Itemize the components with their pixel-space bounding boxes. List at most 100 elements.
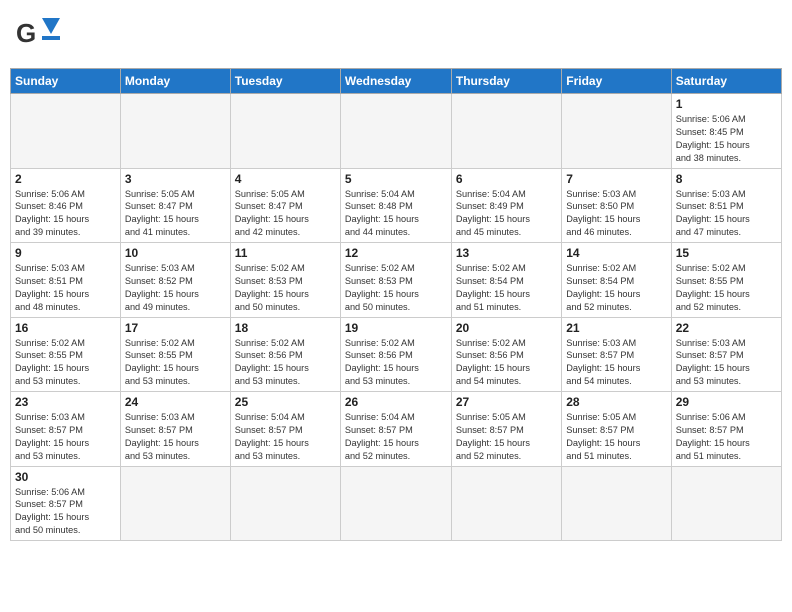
calendar-week-row: 9Sunrise: 5:03 AM Sunset: 8:51 PM Daylig… bbox=[11, 243, 782, 318]
calendar-cell: 11 Sunrise: 5:02 AM Sunset: 8:53 PM Dayli… bbox=[230, 243, 340, 318]
day-info: Sunrise: 5:04 AM Sunset: 8:49 PM Dayligh… bbox=[456, 188, 557, 240]
day-info: Sunrise: 5:02 AM Sunset: 8:55 PM Dayligh… bbox=[15, 337, 116, 389]
day-info: Sunrise: 5:03 AM Sunset: 8:51 PM Dayligh… bbox=[676, 188, 777, 240]
day-number: 14 bbox=[566, 246, 666, 260]
day-number: 17 bbox=[125, 321, 226, 335]
day-number: 13 bbox=[456, 246, 557, 260]
calendar-cell bbox=[451, 466, 561, 541]
day-number: 3 bbox=[125, 172, 226, 186]
calendar-cell: 9Sunrise: 5:03 AM Sunset: 8:51 PM Daylig… bbox=[11, 243, 121, 318]
calendar-cell bbox=[120, 466, 230, 541]
calendar-cell: 8 Sunrise: 5:03 AM Sunset: 8:51 PM Daylig… bbox=[671, 168, 781, 243]
day-of-week-header: Saturday bbox=[671, 69, 781, 94]
day-number: 27 bbox=[456, 395, 557, 409]
svg-text:G: G bbox=[16, 18, 36, 48]
calendar-cell: 3 Sunrise: 5:05 AM Sunset: 8:47 PM Daylig… bbox=[120, 168, 230, 243]
day-info: Sunrise: 5:05 AM Sunset: 8:57 PM Dayligh… bbox=[566, 411, 666, 463]
calendar-cell bbox=[562, 94, 671, 169]
calendar-cell: 27 Sunrise: 5:05 AM Sunset: 8:57 PM Dayli… bbox=[451, 392, 561, 467]
day-number: 18 bbox=[235, 321, 336, 335]
day-info: Sunrise: 5:06 AM Sunset: 8:57 PM Dayligh… bbox=[676, 411, 777, 463]
day-of-week-header: Tuesday bbox=[230, 69, 340, 94]
day-number: 28 bbox=[566, 395, 666, 409]
calendar-cell: 7 Sunrise: 5:03 AM Sunset: 8:50 PM Daylig… bbox=[562, 168, 671, 243]
calendar-table: SundayMondayTuesdayWednesdayThursdayFrid… bbox=[10, 68, 782, 541]
calendar-cell bbox=[120, 94, 230, 169]
day-info: Sunrise: 5:06 AM Sunset: 8:45 PM Dayligh… bbox=[676, 113, 777, 165]
day-number: 4 bbox=[235, 172, 336, 186]
calendar-header-row: SundayMondayTuesdayWednesdayThursdayFrid… bbox=[11, 69, 782, 94]
day-number: 10 bbox=[125, 246, 226, 260]
day-number: 21 bbox=[566, 321, 666, 335]
calendar-cell: 4 Sunrise: 5:05 AM Sunset: 8:47 PM Daylig… bbox=[230, 168, 340, 243]
day-number: 25 bbox=[235, 395, 336, 409]
day-number: 26 bbox=[345, 395, 447, 409]
calendar-cell: 25Sunrise: 5:04 AM Sunset: 8:57 PM Dayli… bbox=[230, 392, 340, 467]
calendar-cell bbox=[340, 466, 451, 541]
calendar-week-row: 16 Sunrise: 5:02 AM Sunset: 8:55 PM Dayli… bbox=[11, 317, 782, 392]
day-number: 11 bbox=[235, 246, 336, 260]
day-info: Sunrise: 5:03 AM Sunset: 8:57 PM Dayligh… bbox=[676, 337, 777, 389]
calendar-cell: 17 Sunrise: 5:02 AM Sunset: 8:55 PM Dayli… bbox=[120, 317, 230, 392]
calendar-cell: 20Sunrise: 5:02 AM Sunset: 8:56 PM Dayli… bbox=[451, 317, 561, 392]
day-info: Sunrise: 5:03 AM Sunset: 8:57 PM Dayligh… bbox=[15, 411, 116, 463]
day-number: 5 bbox=[345, 172, 447, 186]
day-number: 22 bbox=[676, 321, 777, 335]
calendar-cell: 29Sunrise: 5:06 AM Sunset: 8:57 PM Dayli… bbox=[671, 392, 781, 467]
calendar-cell bbox=[11, 94, 121, 169]
day-number: 8 bbox=[676, 172, 777, 186]
day-of-week-header: Friday bbox=[562, 69, 671, 94]
logo-bar: G bbox=[16, 14, 64, 56]
day-info: Sunrise: 5:02 AM Sunset: 8:54 PM Dayligh… bbox=[456, 262, 557, 314]
calendar-cell: 22 Sunrise: 5:03 AM Sunset: 8:57 PM Dayli… bbox=[671, 317, 781, 392]
calendar-cell: 28 Sunrise: 5:05 AM Sunset: 8:57 PM Dayli… bbox=[562, 392, 671, 467]
day-info: Sunrise: 5:02 AM Sunset: 8:53 PM Dayligh… bbox=[235, 262, 336, 314]
calendar-cell: 2Sunrise: 5:06 AM Sunset: 8:46 PM Daylig… bbox=[11, 168, 121, 243]
calendar-cell: 5 Sunrise: 5:04 AM Sunset: 8:48 PM Daylig… bbox=[340, 168, 451, 243]
calendar-cell: 10 Sunrise: 5:03 AM Sunset: 8:52 PM Dayli… bbox=[120, 243, 230, 318]
calendar-week-row: 30Sunrise: 5:06 AM Sunset: 8:57 PM Dayli… bbox=[11, 466, 782, 541]
day-info: Sunrise: 5:03 AM Sunset: 8:50 PM Dayligh… bbox=[566, 188, 666, 240]
day-info: Sunrise: 5:05 AM Sunset: 8:47 PM Dayligh… bbox=[235, 188, 336, 240]
calendar-cell bbox=[451, 94, 561, 169]
calendar-cell bbox=[671, 466, 781, 541]
day-number: 24 bbox=[125, 395, 226, 409]
day-info: Sunrise: 5:02 AM Sunset: 8:56 PM Dayligh… bbox=[235, 337, 336, 389]
day-info: Sunrise: 5:05 AM Sunset: 8:57 PM Dayligh… bbox=[456, 411, 557, 463]
calendar-cell: 13 Sunrise: 5:02 AM Sunset: 8:54 PM Dayli… bbox=[451, 243, 561, 318]
calendar-cell: 24 Sunrise: 5:03 AM Sunset: 8:57 PM Dayli… bbox=[120, 392, 230, 467]
day-number: 19 bbox=[345, 321, 447, 335]
day-info: Sunrise: 5:04 AM Sunset: 8:57 PM Dayligh… bbox=[345, 411, 447, 463]
day-number: 2 bbox=[15, 172, 116, 186]
day-number: 16 bbox=[15, 321, 116, 335]
calendar-cell: 16 Sunrise: 5:02 AM Sunset: 8:55 PM Dayli… bbox=[11, 317, 121, 392]
day-of-week-header: Wednesday bbox=[340, 69, 451, 94]
day-info: Sunrise: 5:02 AM Sunset: 8:53 PM Dayligh… bbox=[345, 262, 447, 314]
calendar-cell: 1 Sunrise: 5:06 AM Sunset: 8:45 PM Daylig… bbox=[671, 94, 781, 169]
day-number: 15 bbox=[676, 246, 777, 260]
day-info: Sunrise: 5:03 AM Sunset: 8:57 PM Dayligh… bbox=[125, 411, 226, 463]
calendar-cell: 30Sunrise: 5:06 AM Sunset: 8:57 PM Dayli… bbox=[11, 466, 121, 541]
day-info: Sunrise: 5:02 AM Sunset: 8:55 PM Dayligh… bbox=[676, 262, 777, 314]
day-info: Sunrise: 5:03 AM Sunset: 8:51 PM Dayligh… bbox=[15, 262, 116, 314]
logo-icon: G bbox=[16, 14, 68, 56]
day-of-week-header: Thursday bbox=[451, 69, 561, 94]
day-info: Sunrise: 5:04 AM Sunset: 8:48 PM Dayligh… bbox=[345, 188, 447, 240]
day-info: Sunrise: 5:02 AM Sunset: 8:56 PM Dayligh… bbox=[456, 337, 557, 389]
calendar-week-row: 23Sunrise: 5:03 AM Sunset: 8:57 PM Dayli… bbox=[11, 392, 782, 467]
calendar-cell: 21Sunrise: 5:03 AM Sunset: 8:57 PM Dayli… bbox=[562, 317, 671, 392]
calendar-week-row: 1 Sunrise: 5:06 AM Sunset: 8:45 PM Daylig… bbox=[11, 94, 782, 169]
day-number: 1 bbox=[676, 97, 777, 111]
day-info: Sunrise: 5:03 AM Sunset: 8:52 PM Dayligh… bbox=[125, 262, 226, 314]
day-info: Sunrise: 5:05 AM Sunset: 8:47 PM Dayligh… bbox=[125, 188, 226, 240]
day-info: Sunrise: 5:06 AM Sunset: 8:57 PM Dayligh… bbox=[15, 486, 116, 538]
calendar-cell: 6Sunrise: 5:04 AM Sunset: 8:49 PM Daylig… bbox=[451, 168, 561, 243]
day-number: 12 bbox=[345, 246, 447, 260]
day-info: Sunrise: 5:02 AM Sunset: 8:54 PM Dayligh… bbox=[566, 262, 666, 314]
day-info: Sunrise: 5:02 AM Sunset: 8:56 PM Dayligh… bbox=[345, 337, 447, 389]
day-number: 7 bbox=[566, 172, 666, 186]
calendar-cell bbox=[562, 466, 671, 541]
day-info: Sunrise: 5:02 AM Sunset: 8:55 PM Dayligh… bbox=[125, 337, 226, 389]
calendar-week-row: 2Sunrise: 5:06 AM Sunset: 8:46 PM Daylig… bbox=[11, 168, 782, 243]
day-of-week-header: Monday bbox=[120, 69, 230, 94]
